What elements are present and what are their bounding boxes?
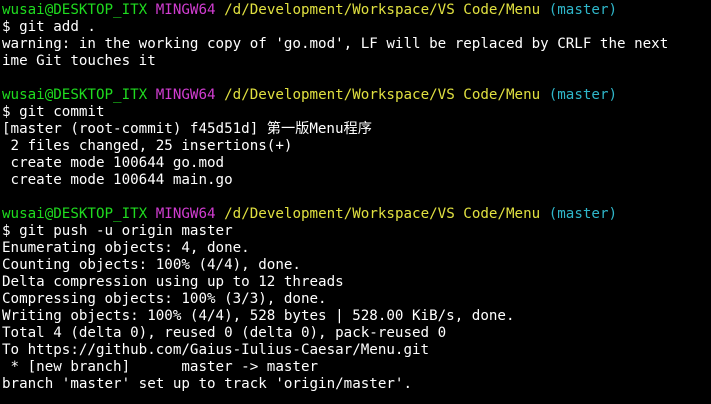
prompt-user: wusai@DESKTOP_ITX	[2, 206, 148, 222]
prompt-user: wusai@DESKTOP_ITX	[2, 87, 148, 103]
output-line: To https://github.com/Gaius-Iulius-Caesa…	[2, 342, 430, 358]
output-line: Counting objects: 100% (4/4), done.	[2, 257, 301, 273]
command-line: $ git push -u origin master	[2, 223, 233, 239]
output-line: create mode 100644 main.go	[2, 172, 233, 188]
output-line: Writing objects: 100% (4/4), 528 bytes |…	[2, 308, 515, 324]
prompt-line: wusai@DESKTOP_ITX MINGW64 /d/Development…	[2, 206, 711, 223]
output-line: [master (root-commit) f45d51d] 第一版Menu程序	[2, 121, 372, 137]
output-line: branch 'master' set up to track 'origin/…	[2, 376, 412, 392]
prompt-shell: MINGW64	[155, 2, 216, 18]
prompt-line: wusai@DESKTOP_ITX MINGW64 /d/Development…	[2, 2, 711, 19]
output-line: 2 files changed, 25 insertions(+)	[2, 138, 293, 154]
output-line: create mode 100644 go.mod	[2, 155, 225, 171]
command-line: $ git commit	[2, 104, 105, 120]
prompt-shell: MINGW64	[155, 206, 216, 222]
prompt-shell: MINGW64	[155, 87, 216, 103]
prompt-user: wusai@DESKTOP_ITX	[2, 2, 148, 18]
output-line: Enumerating objects: 4, done.	[2, 240, 250, 256]
prompt-branch: (master)	[548, 2, 618, 18]
output-line: warning: in the working copy of 'go.mod'…	[2, 36, 669, 52]
prompt-line: wusai@DESKTOP_ITX MINGW64 /d/Development…	[2, 87, 711, 104]
output-line: ime Git touches it	[2, 53, 156, 69]
prompt-path: /d/Development/Workspace/VS Code/Menu	[224, 2, 541, 18]
prompt-path: /d/Development/Workspace/VS Code/Menu	[224, 87, 541, 103]
output-line: * [new branch] master -> master	[2, 359, 319, 375]
terminal-window[interactable]: wusai@DESKTOP_ITX MINGW64 /d/Development…	[0, 0, 711, 404]
output-line: Total 4 (delta 0), reused 0 (delta 0), p…	[2, 325, 447, 341]
output-line: Delta compression using up to 12 threads	[2, 274, 344, 290]
prompt-path: /d/Development/Workspace/VS Code/Menu	[224, 206, 541, 222]
output-line: Compressing objects: 100% (3/3), done.	[2, 291, 327, 307]
prompt-branch: (master)	[548, 206, 618, 222]
command-line: $ git add .	[2, 19, 96, 35]
prompt-branch: (master)	[548, 87, 618, 103]
